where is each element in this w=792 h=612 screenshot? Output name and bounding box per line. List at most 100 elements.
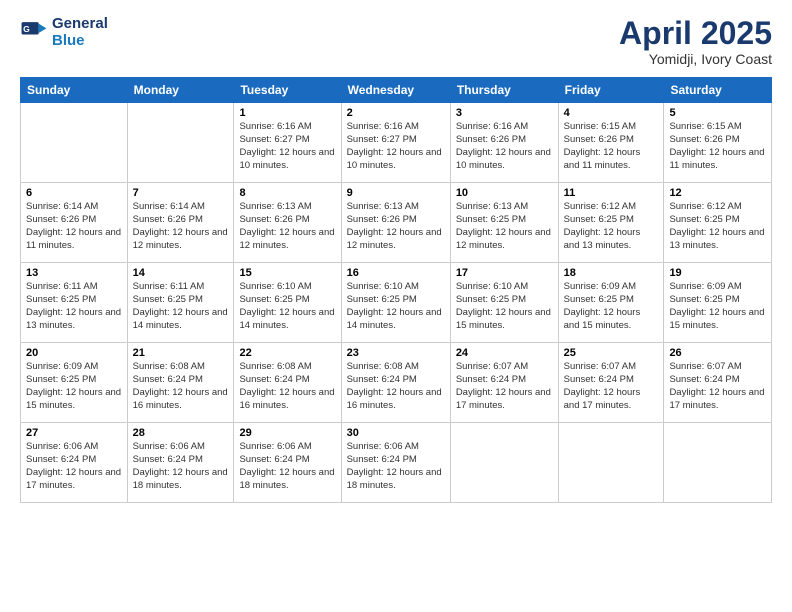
calendar-cell: 1 Sunrise: 6:16 AM Sunset: 6:27 PM Daylig… [234,103,341,183]
day-number: 18 [564,267,659,279]
day-info: Sunrise: 6:10 AM Sunset: 6:25 PM Dayligh… [347,281,445,332]
day-number: 15 [239,267,335,279]
calendar-cell: 24Sunrise: 6:07 AM Sunset: 6:24 PM Dayli… [450,343,558,423]
day-info: Sunrise: 6:09 AM Sunset: 6:25 PM Dayligh… [669,281,766,332]
day-info: Sunrise: 6:11 AM Sunset: 6:25 PM Dayligh… [133,281,229,332]
day-number: 10 [456,187,553,199]
calendar-cell: 3 Sunrise: 6:16 AM Sunset: 6:26 PM Daylig… [450,103,558,183]
weekday-header-wednesday: Wednesday [341,78,450,103]
day-info: Sunrise: 6:07 AM Sunset: 6:24 PM Dayligh… [669,361,766,412]
header: G General Blue April 2025 Yomidji, Ivory… [20,16,772,67]
calendar-cell: 25Sunrise: 6:07 AM Sunset: 6:24 PM Dayli… [558,343,664,423]
calendar-cell: 11Sunrise: 6:12 AM Sunset: 6:25 PM Dayli… [558,183,664,263]
calendar-cell: 17 Sunrise: 6:10 AM Sunset: 6:25 PM Dayli… [450,263,558,343]
weekday-header-sunday: Sunday [21,78,128,103]
day-info: Sunrise: 6:16 AM Sunset: 6:27 PM Dayligh… [239,121,335,172]
day-info: Sunrise: 6:15 AM Sunset: 6:26 PM Dayligh… [669,121,766,172]
logo-line2: Blue [52,33,108,50]
weekday-header-row: SundayMondayTuesdayWednesdayThursdayFrid… [21,78,772,103]
calendar-cell: 12 Sunrise: 6:12 AM Sunset: 6:25 PM Dayli… [664,183,772,263]
day-number: 30 [347,427,445,439]
day-number: 14 [133,267,229,279]
day-number: 5 [669,107,766,119]
day-info: Sunrise: 6:10 AM Sunset: 6:25 PM Dayligh… [456,281,553,332]
calendar-cell [450,423,558,503]
day-number: 1 [239,107,335,119]
day-info: Sunrise: 6:10 AM Sunset: 6:25 PM Dayligh… [239,281,335,332]
day-number: 13 [26,267,122,279]
day-info: Sunrise: 6:13 AM Sunset: 6:25 PM Dayligh… [456,201,553,252]
calendar-cell: 29 Sunrise: 6:06 AM Sunset: 6:24 PM Dayli… [234,423,341,503]
weekday-header-friday: Friday [558,78,664,103]
day-info: Sunrise: 6:11 AM Sunset: 6:25 PM Dayligh… [26,281,122,332]
day-info: Sunrise: 6:06 AM Sunset: 6:24 PM Dayligh… [239,441,335,492]
logo-icon: G [20,19,48,47]
day-info: Sunrise: 6:13 AM Sunset: 6:26 PM Dayligh… [347,201,445,252]
calendar-cell: 23Sunrise: 6:08 AM Sunset: 6:24 PM Dayli… [341,343,450,423]
calendar-cell: 2 Sunrise: 6:16 AM Sunset: 6:27 PM Daylig… [341,103,450,183]
day-number: 29 [239,427,335,439]
day-info: Sunrise: 6:12 AM Sunset: 6:25 PM Dayligh… [564,201,659,252]
calendar-cell: 22 Sunrise: 6:08 AM Sunset: 6:24 PM Dayli… [234,343,341,423]
calendar-cell: 9 Sunrise: 6:13 AM Sunset: 6:26 PM Daylig… [341,183,450,263]
day-number: 23 [347,347,445,359]
weekday-header-thursday: Thursday [450,78,558,103]
day-info: Sunrise: 6:07 AM Sunset: 6:24 PM Dayligh… [456,361,553,412]
day-number: 6 [26,187,122,199]
location-title: Yomidji, Ivory Coast [619,51,772,67]
calendar-cell: 13 Sunrise: 6:11 AM Sunset: 6:25 PM Dayli… [21,263,128,343]
logo: G General Blue [20,16,108,49]
day-number: 20 [26,347,122,359]
day-info: Sunrise: 6:16 AM Sunset: 6:26 PM Dayligh… [456,121,553,172]
calendar-week-2: 6 Sunrise: 6:14 AM Sunset: 6:26 PM Daylig… [21,183,772,263]
day-info: Sunrise: 6:06 AM Sunset: 6:24 PM Dayligh… [26,441,122,492]
day-number: 21 [133,347,229,359]
day-info: Sunrise: 6:07 AM Sunset: 6:24 PM Dayligh… [564,361,659,412]
calendar-table: SundayMondayTuesdayWednesdayThursdayFrid… [20,77,772,503]
month-title: April 2025 [619,16,772,51]
calendar-page: G General Blue April 2025 Yomidji, Ivory… [0,0,792,612]
calendar-week-3: 13 Sunrise: 6:11 AM Sunset: 6:25 PM Dayli… [21,263,772,343]
calendar-cell: 15 Sunrise: 6:10 AM Sunset: 6:25 PM Dayli… [234,263,341,343]
calendar-cell: 28 Sunrise: 6:06 AM Sunset: 6:24 PM Dayli… [127,423,234,503]
calendar-cell [558,423,664,503]
calendar-cell: 7 Sunrise: 6:14 AM Sunset: 6:26 PM Daylig… [127,183,234,263]
day-info: Sunrise: 6:13 AM Sunset: 6:26 PM Dayligh… [239,201,335,252]
day-number: 3 [456,107,553,119]
weekday-header-monday: Monday [127,78,234,103]
day-number: 9 [347,187,445,199]
day-info: Sunrise: 6:08 AM Sunset: 6:24 PM Dayligh… [239,361,335,412]
day-info: Sunrise: 6:14 AM Sunset: 6:26 PM Dayligh… [26,201,122,252]
day-info: Sunrise: 6:06 AM Sunset: 6:24 PM Dayligh… [133,441,229,492]
day-number: 19 [669,267,766,279]
logo-line1: General [52,16,108,33]
day-info: Sunrise: 6:14 AM Sunset: 6:26 PM Dayligh… [133,201,229,252]
day-info: Sunrise: 6:16 AM Sunset: 6:27 PM Dayligh… [347,121,445,172]
weekday-header-tuesday: Tuesday [234,78,341,103]
calendar-cell: 5 Sunrise: 6:15 AM Sunset: 6:26 PM Daylig… [664,103,772,183]
calendar-cell: 4Sunrise: 6:15 AM Sunset: 6:26 PM Daylig… [558,103,664,183]
day-info: Sunrise: 6:12 AM Sunset: 6:25 PM Dayligh… [669,201,766,252]
calendar-week-1: 1 Sunrise: 6:16 AM Sunset: 6:27 PM Daylig… [21,103,772,183]
day-number: 27 [26,427,122,439]
day-number: 17 [456,267,553,279]
day-number: 7 [133,187,229,199]
day-number: 2 [347,107,445,119]
svg-text:G: G [23,24,30,34]
calendar-week-4: 20Sunrise: 6:09 AM Sunset: 6:25 PM Dayli… [21,343,772,423]
calendar-cell: 21 Sunrise: 6:08 AM Sunset: 6:24 PM Dayli… [127,343,234,423]
calendar-cell: 20Sunrise: 6:09 AM Sunset: 6:25 PM Dayli… [21,343,128,423]
day-number: 22 [239,347,335,359]
day-info: Sunrise: 6:06 AM Sunset: 6:24 PM Dayligh… [347,441,445,492]
calendar-cell: 30 Sunrise: 6:06 AM Sunset: 6:24 PM Dayli… [341,423,450,503]
day-number: 26 [669,347,766,359]
calendar-cell: 8 Sunrise: 6:13 AM Sunset: 6:26 PM Daylig… [234,183,341,263]
day-number: 12 [669,187,766,199]
day-number: 8 [239,187,335,199]
day-info: Sunrise: 6:08 AM Sunset: 6:24 PM Dayligh… [133,361,229,412]
calendar-cell: 14 Sunrise: 6:11 AM Sunset: 6:25 PM Dayli… [127,263,234,343]
day-number: 28 [133,427,229,439]
day-number: 4 [564,107,659,119]
calendar-cell: 27 Sunrise: 6:06 AM Sunset: 6:24 PM Dayli… [21,423,128,503]
calendar-cell: 16Sunrise: 6:10 AM Sunset: 6:25 PM Dayli… [341,263,450,343]
